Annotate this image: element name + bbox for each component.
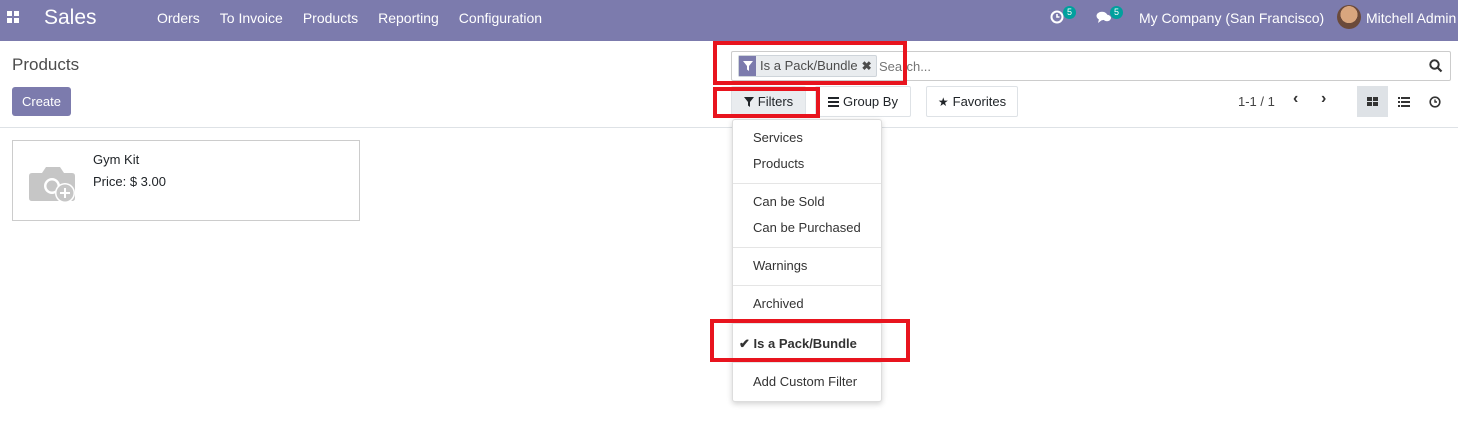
dropdown-divider bbox=[733, 247, 881, 248]
apps-menu-icon[interactable] bbox=[7, 11, 19, 23]
menu-orders[interactable]: Orders bbox=[157, 10, 200, 26]
list-icon bbox=[1397, 96, 1410, 107]
search-icon[interactable] bbox=[1429, 59, 1443, 73]
kanban-view-button[interactable] bbox=[1357, 86, 1388, 117]
activity-clock-icon[interactable] bbox=[1050, 10, 1064, 24]
create-button[interactable]: Create bbox=[12, 87, 71, 116]
menu-reporting[interactable]: Reporting bbox=[378, 10, 439, 26]
dropdown-divider bbox=[733, 362, 881, 363]
star-icon: ★ bbox=[937, 94, 949, 109]
messages-count-badge: 5 bbox=[1110, 6, 1124, 19]
pager-value[interactable]: 1-1 / 1 bbox=[1238, 94, 1275, 109]
product-card[interactable]: Gym Kit Price: $ 3.00 bbox=[12, 140, 360, 221]
control-panel-divider bbox=[0, 127, 1458, 128]
list-view-button[interactable] bbox=[1388, 86, 1419, 117]
bars-icon bbox=[828, 96, 840, 107]
highlight-pack-bundle-filter bbox=[710, 319, 910, 362]
filter-archived[interactable]: Archived bbox=[753, 296, 804, 311]
main-menu: Orders To Invoice Products Reporting Con… bbox=[157, 10, 562, 26]
user-avatar[interactable] bbox=[1337, 5, 1361, 29]
add-custom-filter[interactable]: Add Custom Filter bbox=[753, 374, 857, 389]
highlight-search-facet bbox=[713, 41, 907, 85]
clock-icon bbox=[1428, 95, 1441, 108]
group-by-label: Group By bbox=[843, 94, 898, 109]
favorites-button[interactable]: ★ Favorites bbox=[926, 86, 1018, 117]
company-switcher[interactable]: My Company (San Francisco) bbox=[1139, 10, 1324, 26]
filter-can-be-purchased[interactable]: Can be Purchased bbox=[753, 220, 861, 235]
kanban-grid-icon bbox=[1367, 97, 1378, 106]
user-menu[interactable]: Mitchell Admin bbox=[1366, 10, 1456, 26]
dropdown-divider bbox=[733, 285, 881, 286]
favorites-label: Favorites bbox=[952, 94, 1007, 109]
filter-warnings[interactable]: Warnings bbox=[753, 258, 807, 273]
group-by-button[interactable]: Group By bbox=[815, 86, 911, 117]
activity-count-badge: 5 bbox=[1063, 6, 1077, 19]
page-title: Products bbox=[12, 55, 80, 74]
app-brand[interactable]: Sales bbox=[44, 6, 97, 30]
activity-view-button[interactable] bbox=[1419, 86, 1450, 117]
pager-next-icon[interactable]: › bbox=[1321, 90, 1326, 108]
dropdown-divider bbox=[733, 183, 881, 184]
menu-to-invoice[interactable]: To Invoice bbox=[220, 10, 283, 26]
top-navbar: Sales Orders To Invoice Products Reporti… bbox=[0, 0, 1458, 41]
search-input[interactable] bbox=[879, 59, 1329, 74]
filter-products[interactable]: Products bbox=[753, 156, 804, 171]
product-name: Gym Kit bbox=[93, 152, 140, 167]
filter-can-be-sold[interactable]: Can be Sold bbox=[753, 194, 825, 209]
menu-configuration[interactable]: Configuration bbox=[459, 10, 542, 26]
pager-previous-icon[interactable]: ‹ bbox=[1293, 90, 1298, 108]
product-price: Price: $ 3.00 bbox=[93, 174, 166, 189]
filter-services[interactable]: Services bbox=[753, 130, 803, 145]
menu-products[interactable]: Products bbox=[303, 10, 358, 26]
highlight-filters-button bbox=[713, 87, 820, 118]
camera-placeholder-icon bbox=[29, 167, 75, 203]
